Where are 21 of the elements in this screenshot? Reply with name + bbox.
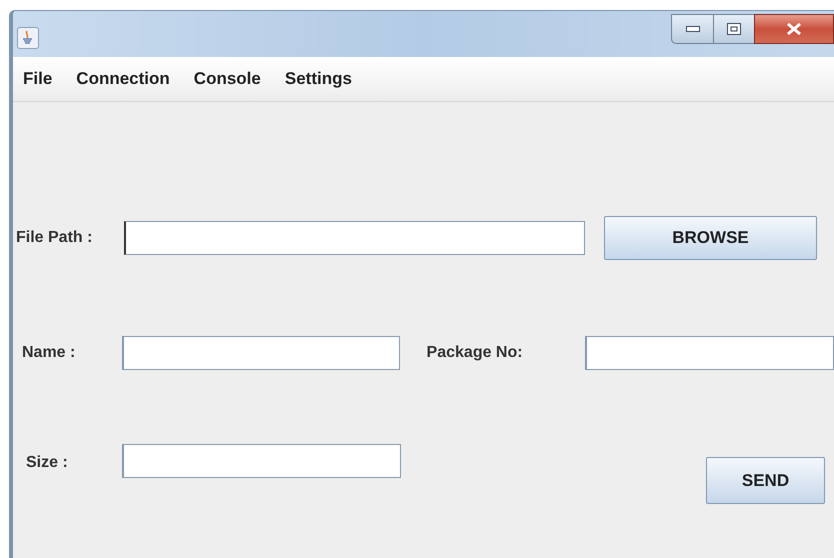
maximize-icon (727, 23, 741, 35)
minimize-button[interactable] (671, 14, 714, 44)
input-field[interactable] (122, 336, 400, 370)
input-field[interactable] (122, 444, 401, 478)
menu-item[interactable]: Console (194, 66, 261, 92)
menu-item[interactable]: Settings (284, 66, 352, 92)
close-button[interactable] (754, 14, 834, 44)
send-button[interactable]: SEND (706, 457, 825, 504)
minimize-icon (686, 26, 700, 32)
maximize-button[interactable] (714, 14, 754, 44)
field-label: File Path : (16, 228, 94, 248)
menu-item[interactable]: Connection (76, 66, 170, 92)
java-cup-icon (17, 27, 39, 49)
field-label: Package No: (426, 343, 524, 363)
input-field[interactable] (124, 221, 585, 255)
menu-item[interactable]: File (23, 66, 52, 92)
close-icon (785, 22, 803, 36)
field-label: Size : (26, 453, 69, 473)
browse-button[interactable]: BROWSE (604, 216, 817, 260)
input-field[interactable] (584, 336, 834, 370)
field-label: Name : (22, 343, 76, 363)
